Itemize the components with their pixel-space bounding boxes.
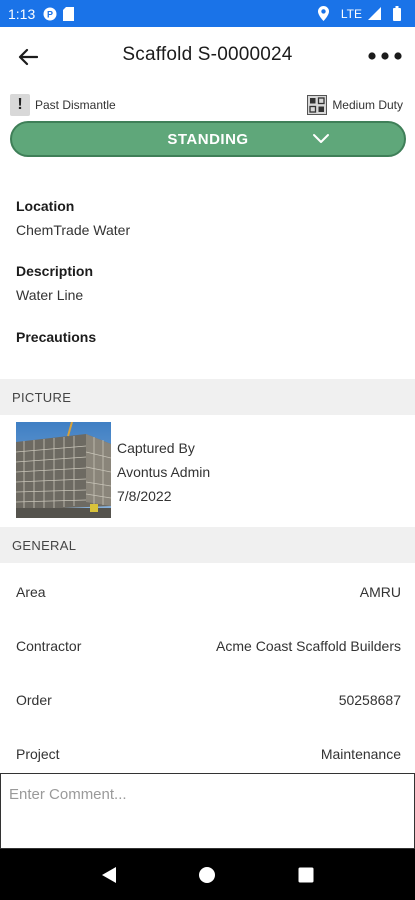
comment-input[interactable]	[0, 773, 415, 849]
battery-icon	[393, 6, 401, 21]
nav-back-triangle-icon	[102, 866, 117, 883]
nav-home-circle-icon	[199, 866, 216, 883]
location-icon	[317, 6, 329, 21]
general-section-header: GENERAL	[0, 527, 415, 563]
scaffold-duty-icon	[307, 95, 328, 115]
app-bar: Scaffold S-0000024	[0, 27, 415, 85]
nav-recents-square-icon	[298, 867, 314, 882]
picture-section-header: PICTURE	[0, 379, 415, 415]
project-value: Maintenance	[320, 746, 401, 762]
past-dismantle-tag: ! Past Dismantle	[10, 94, 116, 116]
picture-row: Captured By Avontus Admin 7/8/2022	[16, 422, 415, 518]
precautions-field: Precautions	[16, 329, 96, 345]
description-field: Description Water Line	[16, 263, 93, 303]
general-row-order: Order 50258687	[16, 690, 401, 710]
signal-icon	[368, 7, 381, 20]
general-row-area: Area AMRU	[16, 582, 401, 602]
status-bar: 1:13 P LTE	[0, 0, 415, 27]
captured-date: 7/8/2022	[117, 488, 172, 504]
more-options-button[interactable]	[365, 41, 405, 71]
contractor-label: Contractor	[16, 638, 82, 654]
chevron-down-icon	[313, 134, 329, 143]
page-title: Scaffold S-0000024	[122, 44, 293, 65]
nav-back-button[interactable]	[89, 855, 129, 895]
capture-info: Captured By Avontus Admin 7/8/2022	[117, 422, 210, 518]
duty-tag: Medium Duty	[307, 95, 403, 115]
system-nav-bar	[0, 849, 415, 900]
location-field: Location ChemTrade Water	[16, 198, 130, 238]
status-time: 1:13	[8, 5, 36, 22]
area-label: Area	[16, 584, 46, 600]
location-value: ChemTrade Water	[16, 222, 131, 238]
warning-exclamation-icon: !	[10, 94, 30, 116]
network-type: LTE	[340, 6, 362, 21]
more-dots-icon	[368, 52, 402, 60]
sd-card-icon	[63, 6, 75, 21]
contractor-value: Acme Coast Scaffold Builders	[216, 638, 401, 654]
captured-by-name: Avontus Admin	[117, 464, 211, 480]
description-label: Description	[16, 263, 94, 279]
status-dropdown-button[interactable]: STANDING	[10, 121, 406, 157]
nav-home-button[interactable]	[187, 855, 227, 895]
scaffold-photo[interactable]	[16, 422, 111, 518]
general-row-project: Project Maintenance	[16, 744, 401, 764]
description-value: Water Line	[16, 287, 84, 303]
tags-row: ! Past Dismantle Medium Duty	[10, 94, 403, 116]
duty-label: Medium Duty	[332, 98, 403, 112]
app-notification-icon: P	[43, 7, 57, 21]
project-label: Project	[16, 746, 60, 762]
area-value: AMRU	[359, 584, 401, 600]
captured-by-label: Captured By	[117, 440, 195, 456]
location-label: Location	[16, 198, 75, 214]
status-indicators: LTE	[317, 6, 407, 21]
past-dismantle-label: Past Dismantle	[35, 98, 116, 112]
status-label: STANDING	[167, 130, 249, 148]
precautions-label: Precautions	[16, 329, 97, 345]
nav-recents-button[interactable]	[286, 855, 326, 895]
general-row-contractor: Contractor Acme Coast Scaffold Builders	[16, 636, 401, 656]
order-label: Order	[16, 692, 52, 708]
order-value: 50258687	[338, 692, 401, 708]
svg-text:P: P	[47, 9, 53, 19]
